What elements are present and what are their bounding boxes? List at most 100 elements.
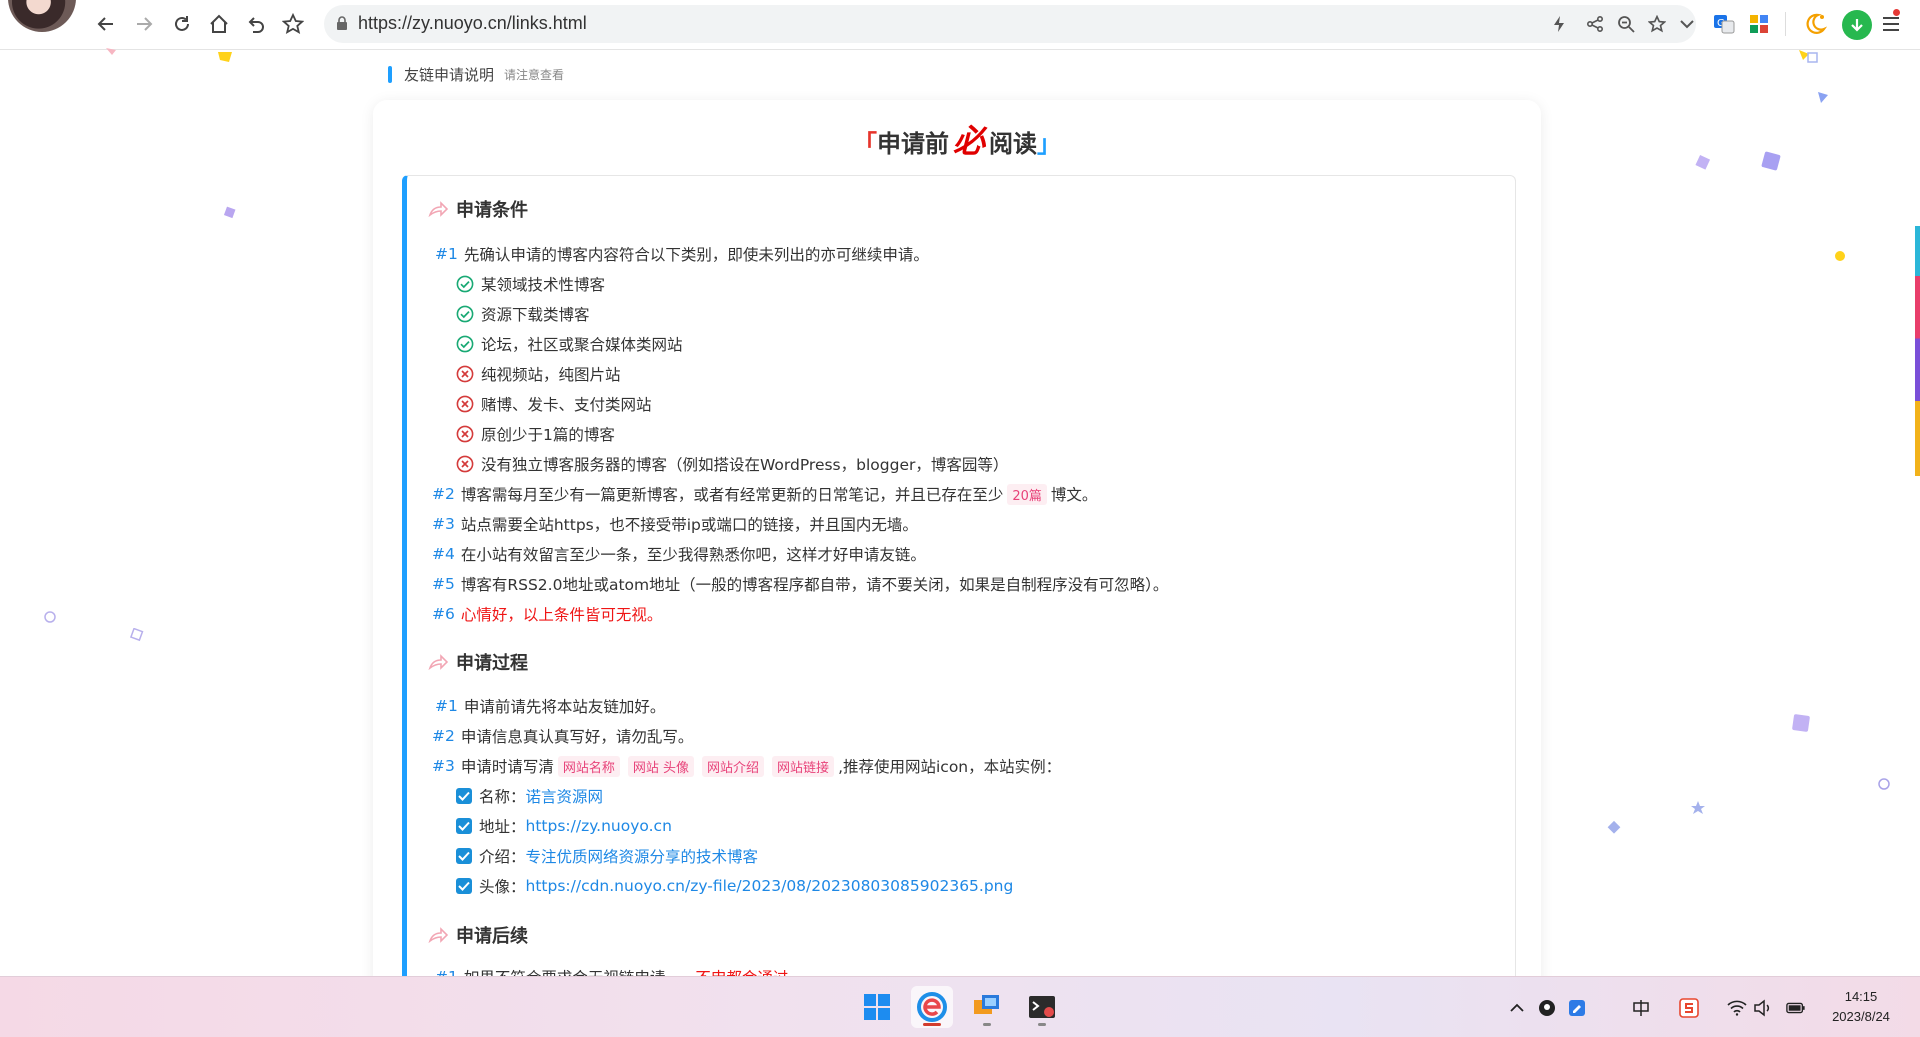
menu-icon[interactable] xyxy=(1877,10,1905,38)
chevron-up-icon[interactable] xyxy=(1507,998,1527,1018)
home-icon[interactable] xyxy=(205,10,233,38)
apps-icon[interactable] xyxy=(1745,10,1773,38)
title-bracket-close: 」 xyxy=(1037,130,1061,158)
browser-toolbar: https://zy.nuoyo.cn/links.html G xyxy=(0,0,1920,50)
highlight-tag: 网站名称 xyxy=(557,755,620,777)
example-label: 名称： xyxy=(479,788,526,806)
checkbox-checked-icon xyxy=(456,848,472,864)
example-label: 地址： xyxy=(479,818,526,836)
download-icon[interactable] xyxy=(1842,10,1872,40)
active-app-indicator xyxy=(923,1023,941,1026)
highlight-tag: 网站 头像 xyxy=(627,755,695,777)
bookmark-star-icon[interactable] xyxy=(1646,13,1668,35)
windows-taskbar: 14:15 2023/8/24 xyxy=(0,976,1920,1037)
checkbox-checked-icon xyxy=(456,878,472,894)
confetti-shape xyxy=(218,52,232,62)
item-number: #1 xyxy=(435,245,458,263)
section-subtitle: 请注意查看 xyxy=(504,67,565,82)
condition-text: 博客需每月至少有一篇更新博客，或者有经常更新的日常笔记，并且已存在至少 xyxy=(460,486,1004,504)
input-s-icon[interactable] xyxy=(1679,998,1699,1018)
terminal-app-icon[interactable] xyxy=(1021,986,1063,1028)
highlight-tag: 20篇 xyxy=(1007,483,1047,505)
remote-desktop-icon[interactable] xyxy=(966,986,1008,1028)
followup-heading-text: 申请后续 xyxy=(456,926,528,947)
example-address-link[interactable]: https://zy.nuoyo.cn xyxy=(526,817,672,835)
allowed-text: 某领域技术性博客 xyxy=(481,276,606,294)
share-arrow-icon xyxy=(428,927,448,943)
confetti-shape xyxy=(1835,251,1845,261)
denied-item: 纯视频站，纯图片站 xyxy=(456,363,621,385)
confetti-shape xyxy=(130,628,144,642)
ime-icon[interactable] xyxy=(1631,998,1651,1018)
system-clock[interactable]: 14:15 2023/8/24 xyxy=(1818,987,1904,1027)
condition-item-2: #2 博客需每月至少有一篇更新博客，或者有经常更新的日常笔记，并且已存在至少 2… xyxy=(432,483,1097,505)
translate-icon[interactable]: G xyxy=(1710,10,1738,38)
toolbar-divider xyxy=(1785,12,1786,36)
title-bracket-open: 「 xyxy=(852,130,877,158)
forward-icon[interactable] xyxy=(130,10,158,38)
chevron-down-icon[interactable] xyxy=(1676,13,1698,35)
process-text: 申请前请先将本站友链加好。 xyxy=(463,698,666,716)
example-label: 介绍： xyxy=(479,848,526,866)
tray-app-icon[interactable] xyxy=(1537,998,1557,1018)
night-mode-icon[interactable] xyxy=(1801,10,1829,38)
item-number: #5 xyxy=(432,575,455,593)
denied-text: 纯视频站，纯图片站 xyxy=(481,366,621,384)
confetti-shape xyxy=(1607,820,1621,834)
highlight-tag: 网站链接 xyxy=(772,755,835,777)
confetti-shape xyxy=(1792,714,1810,732)
zoom-icon[interactable] xyxy=(1615,13,1637,35)
star-icon[interactable] xyxy=(279,10,307,38)
cross-circle-icon xyxy=(456,425,474,443)
tray-note-icon[interactable] xyxy=(1567,998,1587,1018)
bolt-icon[interactable] xyxy=(1548,13,1570,35)
example-intro-link[interactable]: 专注优质网络资源分享的技术博客 xyxy=(526,845,759,867)
edge-browser-icon[interactable] xyxy=(911,986,953,1028)
back-icon[interactable] xyxy=(92,10,120,38)
battery-icon[interactable] xyxy=(1786,998,1806,1018)
title-post: 阅读 xyxy=(989,130,1037,158)
item-number: #1 xyxy=(435,697,458,715)
url-text[interactable]: https://zy.nuoyo.cn/links.html xyxy=(358,13,587,34)
example-avatar-row: 头像： https://cdn.nuoyo.cn/zy-file/2023/08… xyxy=(456,875,1013,897)
confetti-shape xyxy=(1878,778,1890,790)
condition-text-red: 心情好，以上条件皆可无视。 xyxy=(460,606,663,624)
card-title: 「申请前必阅读」 xyxy=(373,116,1541,162)
denied-text: 没有独立博客服务器的博客（例如搭设在WordPress，blogger，博客园等… xyxy=(481,456,1009,474)
lock-icon xyxy=(337,16,347,30)
checkbox-checked-icon xyxy=(456,788,472,804)
condition-item-4: #4 在小站有效留言至少一条，至少我得熟悉你吧，这样才好申请友链。 xyxy=(432,543,926,565)
section-header: 友链申请说明 请注意查看 xyxy=(388,64,564,84)
undo-icon[interactable] xyxy=(242,10,270,38)
process-text: 申请时请写清 xyxy=(460,758,554,776)
cross-circle-icon xyxy=(456,455,474,473)
share-icon[interactable] xyxy=(1584,13,1606,35)
profile-avatar[interactable] xyxy=(8,0,76,32)
process-item-1: #1 申请前请先将本站友链加好。 xyxy=(435,695,665,717)
confetti-shape xyxy=(1799,50,1818,63)
allowed-text: 论坛，社区或聚合媒体类网站 xyxy=(481,336,683,354)
followup-heading: 申请后续 xyxy=(428,922,528,948)
share-arrow-icon xyxy=(428,201,448,217)
example-address-row: 地址： https://zy.nuoyo.cn xyxy=(456,815,672,837)
address-bar[interactable]: https://zy.nuoyo.cn/links.html xyxy=(324,5,1696,43)
condition-text: 站点需要全站https，也不接受带ip或端口的链接，并且国内无墙。 xyxy=(460,516,918,534)
denied-item: 原创少于1篇的博客 xyxy=(456,423,615,445)
example-intro-row: 介绍： 专注优质网络资源分享的技术博客 xyxy=(456,845,758,867)
notification-dot xyxy=(1893,9,1900,16)
denied-item: 没有独立博客服务器的博客（例如搭设在WordPress，blogger，博客园等… xyxy=(456,453,1008,475)
item-number: #2 xyxy=(432,727,455,745)
running-app-indicator xyxy=(1038,1023,1046,1026)
allowed-text: 资源下载类博客 xyxy=(481,306,590,324)
reload-icon[interactable] xyxy=(168,10,196,38)
volume-icon[interactable] xyxy=(1753,998,1773,1018)
wifi-icon[interactable] xyxy=(1727,998,1747,1018)
example-avatar-link[interactable]: https://cdn.nuoyo.cn/zy-file/2023/08/202… xyxy=(526,877,1014,895)
example-label: 头像： xyxy=(479,878,526,896)
windows-start-icon[interactable] xyxy=(856,986,898,1028)
check-circle-icon xyxy=(456,335,474,353)
denied-text: 赌博、发卡、支付类网站 xyxy=(481,396,652,414)
example-name-link[interactable]: 诺言资源网 xyxy=(526,785,604,807)
item-number: #2 xyxy=(432,485,455,503)
highlight-tag: 网站介绍 xyxy=(702,755,765,777)
